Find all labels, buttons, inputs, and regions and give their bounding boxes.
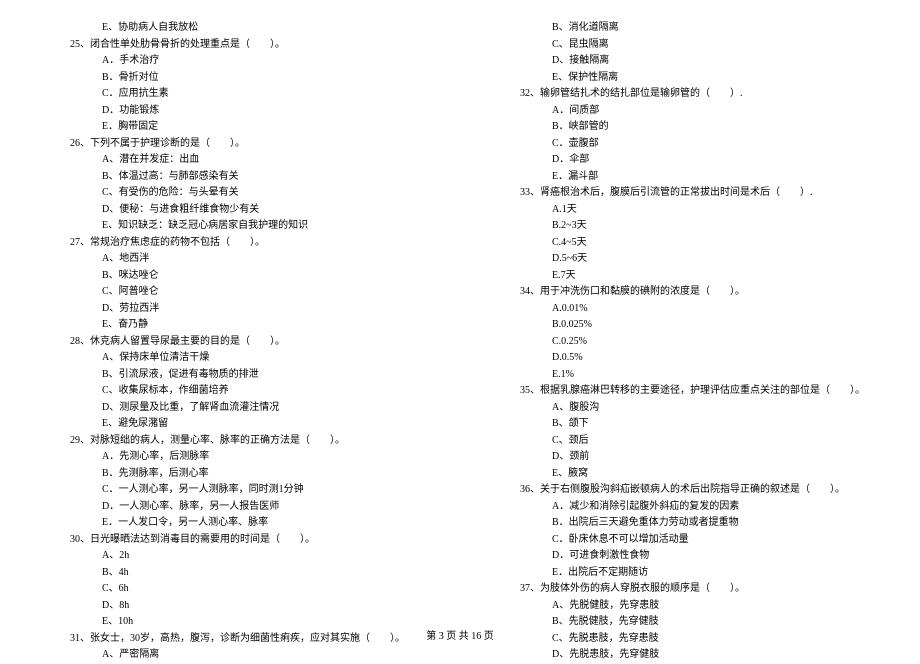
option-line: C、昆虫隔离 bbox=[520, 37, 870, 54]
content-columns: E、协助病人自我放松25、闭合性单处肋骨骨折的处理重点是（ ）。A．手术治疗B．… bbox=[70, 20, 870, 664]
option-line: D．一人测心率、脉率，另一人报告医师 bbox=[70, 499, 420, 516]
question-line: 37、为肢体外伤的病人穿脱衣服的顺序是（ ）。 bbox=[520, 581, 870, 598]
right-column: B、消化道隔离C、昆虫隔离D、接触隔离E、保护性隔离32、输卵管结扎术的结扎部位… bbox=[520, 20, 870, 664]
option-line: E．漏斗部 bbox=[520, 169, 870, 186]
option-line: E、保护性隔离 bbox=[520, 70, 870, 87]
option-line: C．应用抗生素 bbox=[70, 86, 420, 103]
option-line: A．手术治疗 bbox=[70, 53, 420, 70]
option-line: D.0.5% bbox=[520, 350, 870, 367]
option-line: D．可进食刺激性食物 bbox=[520, 548, 870, 565]
option-line: C．一人测心率，另一人测脉率，同时测1分钟 bbox=[70, 482, 420, 499]
option-line: A．减少和消除引起腹外斜疝的复发的因素 bbox=[520, 499, 870, 516]
option-line: E、协助病人自我放松 bbox=[70, 20, 420, 37]
option-line: B、颌下 bbox=[520, 416, 870, 433]
left-column: E、协助病人自我放松25、闭合性单处肋骨骨折的处理重点是（ ）。A．手术治疗B．… bbox=[70, 20, 420, 664]
option-line: D、先脱患肢，先穿健肢 bbox=[520, 647, 870, 664]
question-line: 29、对脉短绌的病人，测量心率、脉率的正确方法是（ ）。 bbox=[70, 433, 420, 450]
option-line: B、消化道隔离 bbox=[520, 20, 870, 37]
question-line: 32、输卵管结扎术的结扎部位是输卵管的（ ）. bbox=[520, 86, 870, 103]
option-line: A、地西泮 bbox=[70, 251, 420, 268]
option-line: D．伞部 bbox=[520, 152, 870, 169]
option-line: A．间质部 bbox=[520, 103, 870, 120]
question-line: 36、关于右侧腹股沟斜疝嵌顿病人的术后出院指导正确的叙述是（ ）。 bbox=[520, 482, 870, 499]
option-line: C、有受伤的危险：与头晕有关 bbox=[70, 185, 420, 202]
option-line: A、2h bbox=[70, 548, 420, 565]
option-line: B．先测脉率，后测心率 bbox=[70, 466, 420, 483]
option-line: E.7天 bbox=[520, 268, 870, 285]
option-line: D、测尿量及比重，了解肾血流灌注情况 bbox=[70, 400, 420, 417]
option-line: E、腋窝 bbox=[520, 466, 870, 483]
option-line: C、6h bbox=[70, 581, 420, 598]
option-line: D．功能锻炼 bbox=[70, 103, 420, 120]
option-line: C．卧床休息不可以增加活动量 bbox=[520, 532, 870, 549]
option-line: C、颈后 bbox=[520, 433, 870, 450]
option-line: A、腹股沟 bbox=[520, 400, 870, 417]
question-line: 28、休克病人留置导尿最主要的目的是（ ）。 bbox=[70, 334, 420, 351]
option-line: E、奋乃静 bbox=[70, 317, 420, 334]
question-line: 26、下列不属于护理诊断的是（ ）。 bbox=[70, 136, 420, 153]
option-line: B、体温过高：与肺部感染有关 bbox=[70, 169, 420, 186]
question-line: 34、用于冲洗伤口和黏膜的碘附的浓度是（ ）。 bbox=[520, 284, 870, 301]
option-line: A、先脱健肢，先穿患肢 bbox=[520, 598, 870, 615]
option-line: B、4h bbox=[70, 565, 420, 582]
question-line: 30、日光曝晒法达到消毒目的需要用的时间是（ ）。 bbox=[70, 532, 420, 549]
option-line: B、引流尿液，促进有毒物质的排泄 bbox=[70, 367, 420, 384]
option-line: B.0.025% bbox=[520, 317, 870, 334]
question-line: 27、常规治疗焦虑症的药物不包括（ ）。 bbox=[70, 235, 420, 252]
option-line: E、避免尿潴留 bbox=[70, 416, 420, 433]
option-line: D、便秘：与进食粗纤维食物少有关 bbox=[70, 202, 420, 219]
option-line: E、知识缺乏：缺乏冠心病居家自我护理的知识 bbox=[70, 218, 420, 235]
option-line: A．先测心率，后测脉率 bbox=[70, 449, 420, 466]
option-line: E．胸带固定 bbox=[70, 119, 420, 136]
question-line: 35、根据乳腺癌淋巴转移的主要途径，护理评估应重点关注的部位是（ ）。 bbox=[520, 383, 870, 400]
option-line: D.5~6天 bbox=[520, 251, 870, 268]
option-line: C.4~5天 bbox=[520, 235, 870, 252]
option-line: A.0.01% bbox=[520, 301, 870, 318]
option-line: D、8h bbox=[70, 598, 420, 615]
option-line: B．峡部管的 bbox=[520, 119, 870, 136]
option-line: B．出院后三天避免重体力劳动或者提重物 bbox=[520, 515, 870, 532]
option-line: E．一人发口令，另一人测心率、脉率 bbox=[70, 515, 420, 532]
option-line: D、接触隔离 bbox=[520, 53, 870, 70]
option-line: B.2~3天 bbox=[520, 218, 870, 235]
option-line: C、阿普唑仑 bbox=[70, 284, 420, 301]
option-line: B、咪达唑仑 bbox=[70, 268, 420, 285]
question-line: 25、闭合性单处肋骨骨折的处理重点是（ ）。 bbox=[70, 37, 420, 54]
option-line: B．骨折对位 bbox=[70, 70, 420, 87]
option-line: E.1% bbox=[520, 367, 870, 384]
page-footer: 第 3 页 共 16 页 bbox=[0, 627, 920, 642]
option-line: E．出院后不定期随访 bbox=[520, 565, 870, 582]
option-line: C．壶腹部 bbox=[520, 136, 870, 153]
option-line: C.0.25% bbox=[520, 334, 870, 351]
question-line: 33、肾癌根治术后，腹膜后引流管的正常拔出时间是术后（ ）. bbox=[520, 185, 870, 202]
option-line: A、潜在并发症：出血 bbox=[70, 152, 420, 169]
option-line: C、收集尿标本，作细菌培养 bbox=[70, 383, 420, 400]
option-line: A、严密隔离 bbox=[70, 647, 420, 664]
option-line: D、劳拉西泮 bbox=[70, 301, 420, 318]
option-line: A、保持床单位清洁干燥 bbox=[70, 350, 420, 367]
option-line: A.1天 bbox=[520, 202, 870, 219]
option-line: D、颈前 bbox=[520, 449, 870, 466]
